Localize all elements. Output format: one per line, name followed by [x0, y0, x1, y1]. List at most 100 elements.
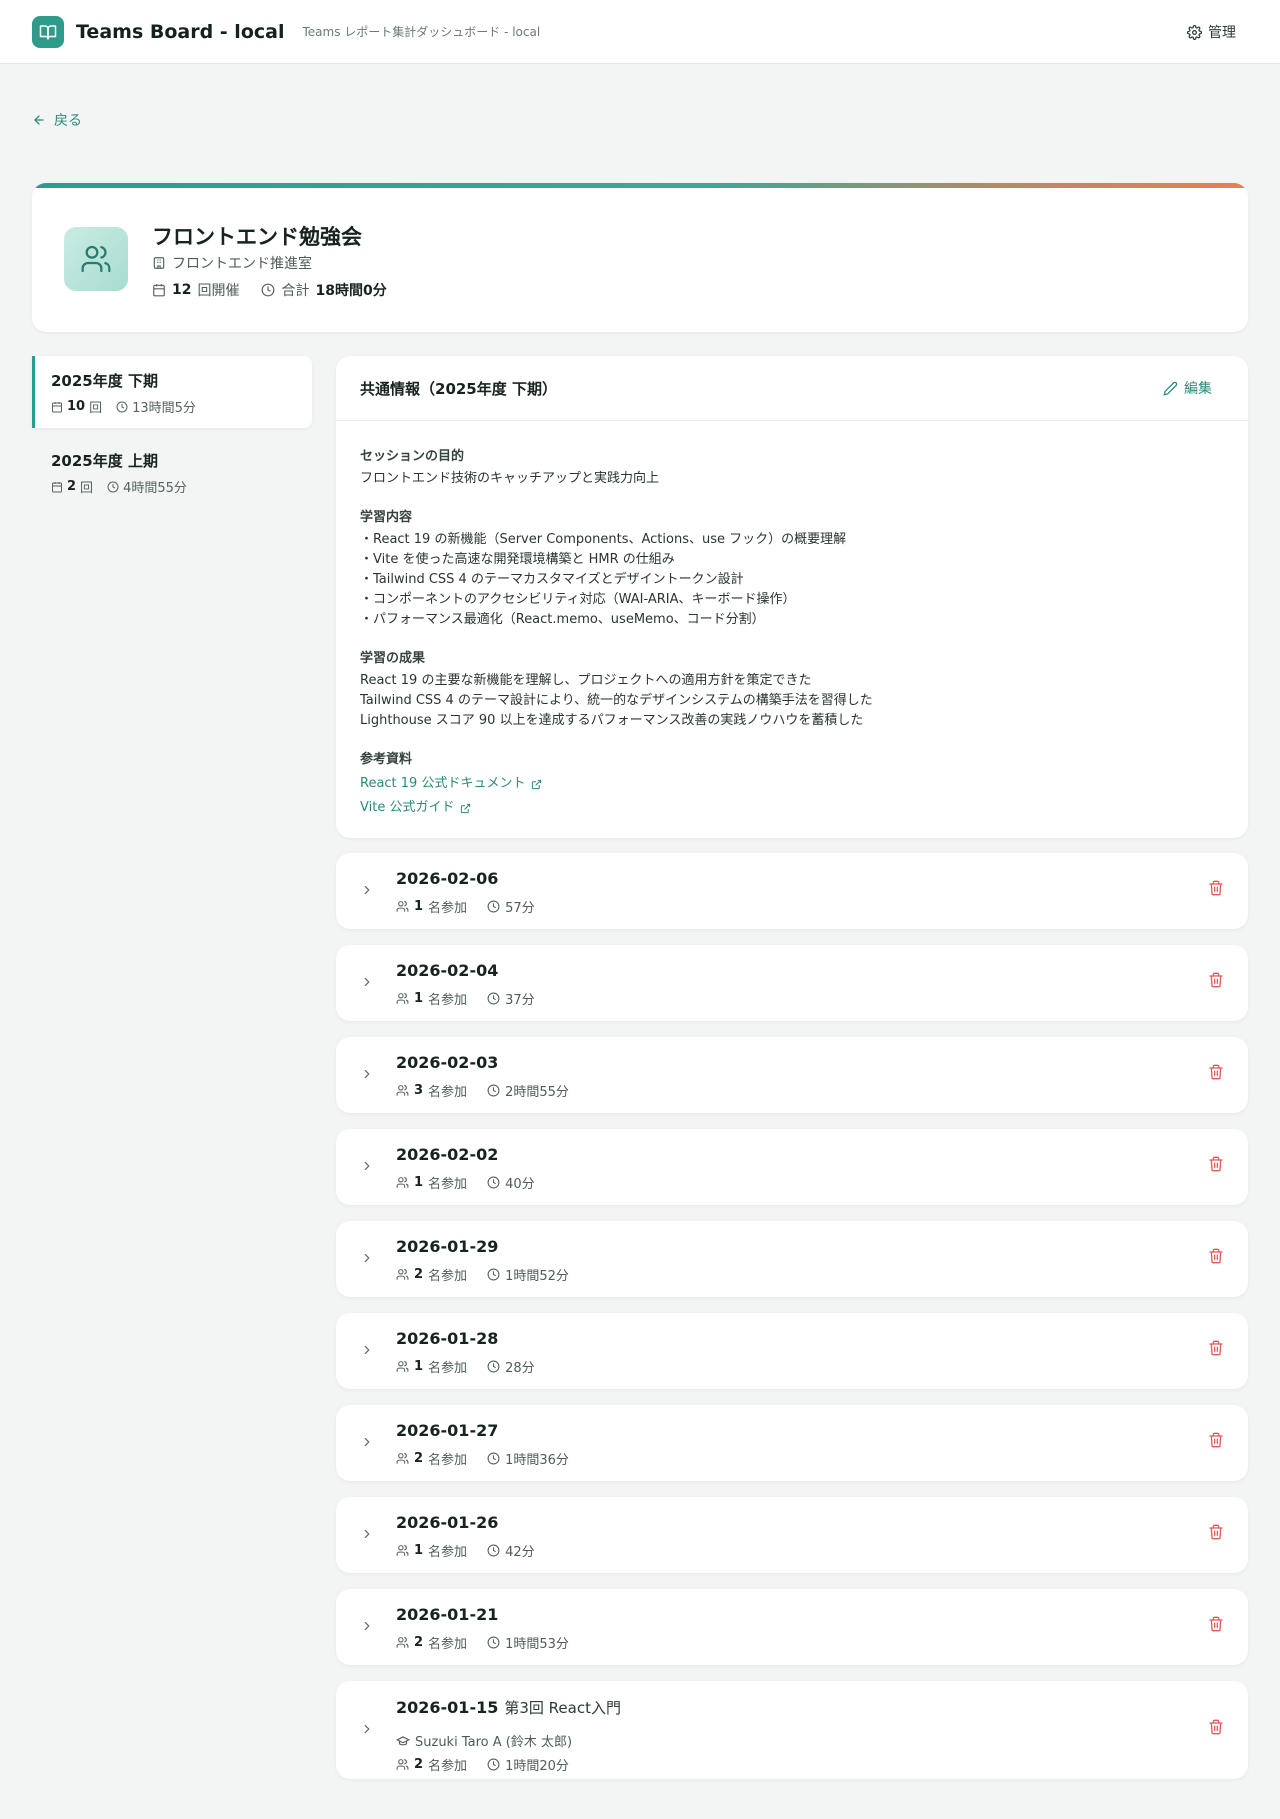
chevron-right-icon[interactable] [360, 1063, 374, 1085]
participant-count: 1 [414, 1359, 424, 1374]
session-date-text: 2026-02-04 [396, 961, 499, 980]
chevron-right-icon[interactable] [360, 1523, 374, 1545]
calendar-icon [51, 401, 63, 413]
content-line: ・コンポーネントのアクセシビリティ対応（WAI-ARIA、キーボード操作） [360, 592, 796, 607]
session-date-text: 2026-01-26 [396, 1513, 499, 1532]
trash-icon[interactable] [1208, 1248, 1224, 1264]
chevron-right-icon[interactable] [360, 971, 374, 993]
ref-link-text: Vite 公式ガイド [360, 800, 455, 815]
book-icon[interactable] [32, 15, 64, 48]
participant-count: 1 [414, 991, 424, 1006]
total-label: 合計 [281, 283, 310, 299]
participant-suffix: 名参加 [428, 901, 468, 916]
session-row[interactable]: 2026-01-29 2 名参加 1時間52分 [336, 1221, 1248, 1297]
participant-count: 2 [414, 1635, 424, 1650]
term-title: 2025年度 下期 [51, 372, 158, 390]
common-info-title: 共通情報（2025年度 下期） [360, 379, 557, 398]
session-date-text: 2026-02-03 [396, 1053, 499, 1072]
session-row[interactable]: 2026-02-03 3 名参加 2時間55分 [336, 1037, 1248, 1113]
graduation-cap-icon [396, 1734, 410, 1748]
session-row[interactable]: 2026-01-28 1 名参加 28分 [336, 1313, 1248, 1389]
content-line: ・React 19 の新機能（Server Components、Actions… [360, 532, 847, 547]
chevron-right-icon[interactable] [360, 1615, 374, 1637]
ref-link-vite[interactable]: Vite 公式ガイド [360, 796, 1224, 820]
session-date: 2026-02-02 [396, 1145, 498, 1164]
session-stats: 1 名参加 42分 [396, 1541, 535, 1560]
department-name: フロントエンド推進室 [172, 256, 312, 272]
term-stats: 2 回 4時間55分 [51, 477, 312, 496]
session-date: 2026-02-03 [396, 1053, 498, 1072]
session-row[interactable]: 2026-01-26 1 名参加 42分 [336, 1497, 1248, 1573]
participant-suffix: 名参加 [428, 1545, 468, 1560]
term-duration: 13時間5分 [132, 401, 196, 416]
session-row[interactable]: 2026-02-02 1 名参加 40分 [336, 1129, 1248, 1205]
session-date: 2026-01-29 [396, 1237, 498, 1256]
outcome-label: 学習の成果 [360, 651, 426, 666]
participant-count: 2 [414, 1757, 424, 1772]
gradient-bar [32, 183, 1248, 188]
trash-icon[interactable] [1208, 1432, 1224, 1448]
admin-link[interactable]: 管理 [1187, 22, 1236, 42]
session-row[interactable]: 2026-02-06 1 名参加 57分 [336, 853, 1248, 929]
session-stats: 2 名参加 1時間20分 [396, 1755, 569, 1774]
group-summary-card: フロントエンド勉強会 フロントエンド推進室 12 回開催 合計 18時間0分 [32, 183, 1248, 332]
trash-icon[interactable] [1208, 1524, 1224, 1540]
session-duration: 42分 [505, 1545, 535, 1560]
session-date: 2026-01-27 [396, 1421, 498, 1440]
trash-icon[interactable] [1208, 1064, 1224, 1080]
session-count: 12 [172, 282, 192, 298]
session-duration: 2時間55分 [505, 1085, 569, 1100]
chevron-right-icon[interactable] [360, 879, 374, 901]
app-subtitle: Teams レポート集計ダッシュボード - local [302, 25, 541, 39]
edit-button[interactable]: 編集 [1163, 378, 1212, 398]
ref-link-react[interactable]: React 19 公式ドキュメント [360, 772, 1224, 796]
session-row[interactable]: 2026-02-04 1 名参加 37分 [336, 945, 1248, 1021]
clock-icon [487, 1452, 500, 1465]
chevron-right-icon[interactable] [360, 1431, 374, 1453]
participant-suffix: 名参加 [428, 1759, 468, 1774]
session-count-suffix: 回開催 [197, 283, 240, 299]
session-duration: 57分 [505, 901, 535, 916]
term-item-2025-h2[interactable]: 2025年度 下期 10 回 13時間5分 [32, 356, 312, 428]
clock-icon [116, 401, 128, 413]
session-date-text: 2026-01-27 [396, 1421, 499, 1440]
outcome-line: Tailwind CSS 4 のテーマ設計により、統一的なデザインシステムの構築… [360, 693, 873, 708]
session-date: 2026-01-21 [396, 1605, 498, 1624]
users-icon [396, 1268, 409, 1281]
session-row[interactable]: 2026-01-21 2 名参加 1時間53分 [336, 1589, 1248, 1665]
content-label: 学習内容 [360, 510, 413, 525]
back-link[interactable]: 戻る [32, 110, 82, 130]
clock-icon [487, 1268, 500, 1281]
session-row[interactable]: 2026-01-15 第3回 React入門 Suzuki Taro A (鈴木 太… [336, 1681, 1248, 1779]
participant-suffix: 名参加 [428, 1269, 468, 1284]
term-count-unit: 回 [89, 401, 103, 416]
chevron-right-icon[interactable] [360, 1247, 374, 1269]
session-date-text: 2026-01-28 [396, 1329, 499, 1348]
term-count-unit: 回 [80, 481, 94, 496]
session-duration: 37分 [505, 993, 535, 1008]
chevron-right-icon[interactable] [360, 1718, 374, 1740]
trash-icon[interactable] [1208, 1616, 1224, 1632]
trash-icon[interactable] [1208, 972, 1224, 988]
top-bar: Teams Board - local Teams レポート集計ダッシュボード … [0, 0, 1280, 64]
app-title[interactable]: Teams Board - local [76, 21, 284, 43]
participant-count: 1 [414, 1543, 424, 1558]
clock-icon [487, 900, 500, 913]
chevron-right-icon[interactable] [360, 1155, 374, 1177]
trash-icon[interactable] [1208, 1156, 1224, 1172]
common-info-card: 共通情報（2025年度 下期） 編集 セッションの目的 フロントエンド技術のキャ… [336, 356, 1248, 838]
participant-count: 2 [414, 1267, 424, 1282]
clock-icon [487, 1758, 500, 1771]
session-row[interactable]: 2026-01-27 2 名参加 1時間36分 [336, 1405, 1248, 1481]
trash-icon[interactable] [1208, 1719, 1224, 1735]
clock-icon [487, 1176, 500, 1189]
term-item-2025-h1[interactable]: 2025年度 上期 2 回 4時間55分 [32, 436, 312, 508]
content-line: ・パフォーマンス最適化（React.memo、useMemo、コード分割） [360, 612, 765, 627]
trash-icon[interactable] [1208, 880, 1224, 896]
trash-icon[interactable] [1208, 1340, 1224, 1356]
session-duration: 40分 [505, 1177, 535, 1192]
chevron-right-icon[interactable] [360, 1339, 374, 1361]
clock-icon [107, 481, 119, 493]
participant-suffix: 名参加 [428, 1177, 468, 1192]
participant-count: 2 [414, 1451, 424, 1466]
